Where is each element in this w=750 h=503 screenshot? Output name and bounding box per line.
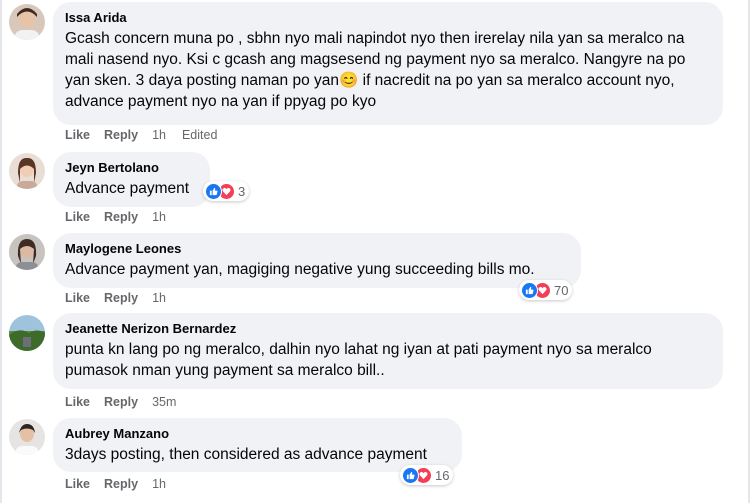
like-reaction-icon — [521, 281, 538, 299]
like-button[interactable]: Like — [65, 477, 90, 491]
comment-text: Advance payment — [65, 180, 190, 197]
author-name[interactable]: Maylogene Leones — [65, 241, 569, 257]
author-name[interactable]: Aubrey Manzano — [65, 426, 450, 442]
comment-actions: Like Reply 1h Edited — [65, 128, 217, 142]
reply-button[interactable]: Reply — [104, 128, 138, 142]
like-button[interactable]: Like — [65, 291, 90, 305]
comment-bubble: Jeanette Nerizon Bernardez punta kn lang… — [53, 313, 723, 389]
reaction-count: 16 — [435, 467, 450, 483]
comment-text: 3days posting, then considered as advanc… — [65, 446, 427, 463]
avatar[interactable] — [9, 419, 45, 455]
like-button[interactable]: Like — [65, 395, 90, 409]
edited-label: Edited — [181, 128, 218, 142]
timestamp[interactable]: 1h — [152, 477, 166, 491]
timestamp[interactable]: 1h — [152, 128, 166, 142]
comment-text: punta kn lang po ng meralco, dalhin nyo … — [65, 341, 652, 379]
comment-actions: Like Reply 1h — [65, 477, 166, 491]
author-name[interactable]: Jeanette Nerizon Bernardez — [65, 321, 711, 337]
comment-bubble: Issa Arida Gcash concern muna po , sbhn … — [53, 2, 723, 125]
avatar[interactable] — [9, 153, 45, 189]
author-name[interactable]: Jeyn Bertolano — [65, 160, 198, 176]
reaction-count: 70 — [554, 282, 569, 298]
comment-actions: Like Reply 1h — [65, 210, 166, 224]
comment-actions: Like Reply 1h — [65, 291, 166, 305]
timestamp[interactable]: 35m — [152, 395, 176, 409]
timestamp[interactable]: 1h — [152, 291, 166, 305]
comment-text: Advance payment yan, magiging negative y… — [65, 261, 535, 278]
reaction-summary[interactable]: 70 — [519, 280, 573, 300]
like-reaction-icon — [205, 182, 222, 200]
author-name[interactable]: Issa Arida — [65, 10, 711, 26]
timestamp[interactable]: 1h — [152, 210, 166, 224]
reaction-summary[interactable]: 16 — [400, 465, 454, 485]
reply-button[interactable]: Reply — [104, 395, 138, 409]
avatar[interactable] — [9, 234, 45, 270]
comment-actions: Like Reply 35m — [65, 395, 176, 409]
reaction-count: 3 — [238, 183, 246, 199]
reaction-summary[interactable]: 3 — [203, 181, 250, 201]
like-button[interactable]: Like — [65, 210, 90, 224]
like-reaction-icon — [402, 466, 419, 484]
comment-bubble: Jeyn Bertolano Advance payment — [53, 152, 210, 207]
avatar[interactable] — [9, 315, 45, 351]
comment-bubble: Maylogene Leones Advance payment yan, ma… — [53, 233, 581, 288]
left-border — [0, 0, 2, 503]
reply-button[interactable]: Reply — [104, 291, 138, 305]
comment-text: Gcash concern muna po , sbhn nyo mali na… — [65, 30, 686, 110]
reply-button[interactable]: Reply — [104, 210, 138, 224]
reply-button[interactable]: Reply — [104, 477, 138, 491]
like-button[interactable]: Like — [65, 128, 90, 142]
avatar[interactable] — [9, 4, 45, 40]
comment-bubble: Aubrey Manzano 3days posting, then consi… — [53, 418, 462, 472]
